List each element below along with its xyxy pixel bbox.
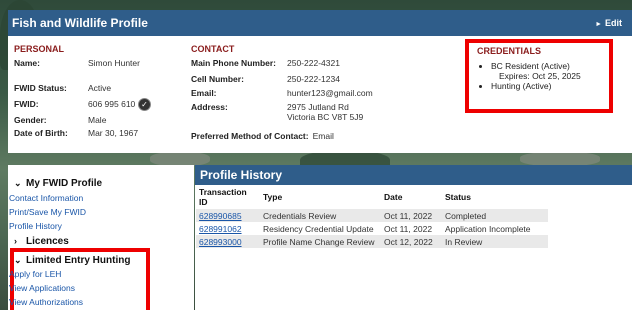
table-cell: Oct 11, 2022	[381, 209, 442, 222]
preferred-contact-value: Email	[312, 131, 334, 141]
address-label: Address:	[191, 102, 228, 112]
nav-view-applications[interactable]: View Applications	[9, 283, 75, 293]
nav-view-authorizations[interactable]: View Authorizations	[9, 297, 83, 307]
table-cell: Credentials Review	[260, 209, 381, 222]
table-cell: Profile Name Change Review	[260, 235, 381, 248]
preferred-contact-row: Preferred Method of Contact: Email	[191, 131, 334, 141]
name-label: Name:	[14, 58, 40, 68]
background-rock	[520, 152, 600, 166]
nav-limited-entry-hunting[interactable]: ⌄ Limited Entry Hunting	[14, 255, 130, 266]
gender-row: Gender: Male	[14, 115, 106, 125]
table-cell: In Review	[442, 235, 548, 248]
name-row: Name: Simon Hunter	[14, 58, 140, 68]
fwid-row: FWID: 606 995 610	[14, 99, 135, 109]
credential-label: BC Resident (Active)	[491, 61, 570, 71]
credentials-list: BC Resident (Active) Expires: Oct 25, 20…	[477, 61, 601, 91]
email-row: Email: hunter123@gmail.com	[191, 88, 373, 98]
transaction-id-link[interactable]: 628991062	[199, 224, 242, 234]
nav-my-fwid-profile[interactable]: ⌄ My FWID Profile	[14, 178, 102, 189]
table-cell: Application Incomplete	[445, 223, 531, 234]
chevron-down-icon: ⌄	[14, 178, 22, 188]
history-table: Transaction ID Type Date Status 62899068…	[196, 185, 548, 248]
nav-licences[interactable]: › Licences	[14, 236, 69, 247]
credential-expiry: Expires: Oct 25, 2025	[499, 71, 581, 81]
verified-check-icon: ✓	[138, 98, 151, 111]
cell-value: 250-222-1234	[287, 74, 340, 84]
table-row: 628991062 Residency Credential Update Oc…	[196, 222, 548, 235]
history-header-row: Transaction ID Type Date Status	[196, 185, 548, 209]
background-rock	[150, 152, 210, 166]
credentials-heading: CREDENTIALS	[477, 46, 542, 56]
caret-right-icon: ►	[595, 21, 602, 28]
table-cell: Oct 11, 2022	[384, 223, 433, 234]
preferred-contact-label: Preferred Method of Contact:	[191, 131, 309, 141]
fwid-label: FWID:	[14, 99, 39, 109]
nav-apply-for-leh[interactable]: Apply for LEH	[9, 269, 61, 279]
profile-card: PERSONAL Name: Simon Hunter FWID Status:…	[8, 36, 632, 153]
contact-heading: CONTACT	[191, 44, 235, 54]
name-value: Simon Hunter	[88, 58, 140, 68]
dob-row: Date of Birth: Mar 30, 1967	[14, 128, 138, 138]
fwid-value: 606 995 610	[88, 99, 136, 109]
table-cell: Residency Credential Update	[263, 223, 374, 234]
edit-link[interactable]: ► Edit	[595, 18, 622, 28]
address-line-1: 2975 Jutland Rd	[287, 102, 349, 112]
profile-history-title: Profile History	[195, 165, 632, 185]
table-cell: Completed	[442, 209, 548, 222]
chevron-right-icon: ›	[14, 236, 17, 246]
dob-label: Date of Birth:	[14, 128, 68, 138]
address-line-2: Victoria BC V8T 5J9	[287, 112, 364, 122]
column-header: Type	[263, 192, 283, 202]
column-header: Transaction ID	[199, 187, 247, 207]
page-title: Fish and Wildlife Profile	[12, 16, 148, 30]
address-value: 2975 Jutland Rd Victoria BC V8T 5J9	[287, 102, 363, 122]
profile-history-panel: Profile History Transaction ID Type Date…	[195, 165, 632, 310]
main-phone-value: 250-222-4321	[287, 58, 340, 68]
transaction-id-link[interactable]: 628993000	[199, 237, 242, 247]
dob-value: Mar 30, 1967	[88, 128, 139, 138]
credential-item: Hunting (Active)	[491, 81, 601, 91]
credentials-panel: CREDENTIALS BC Resident (Active) Expires…	[465, 39, 613, 113]
table-cell: Oct 12, 2022	[381, 235, 442, 248]
column-header: Status	[445, 192, 471, 202]
main-phone-row: Main Phone Number: 250-222-4321	[191, 58, 340, 68]
cell-label: Cell Number:	[191, 74, 244, 84]
fwid-status-value: Active	[88, 83, 112, 93]
side-nav: ⌄ My FWID Profile Contact Information Pri…	[8, 165, 194, 310]
column-header: Date	[384, 192, 403, 202]
nav-profile-history[interactable]: Profile History	[9, 221, 62, 231]
fwid-status-label: FWID Status:	[14, 83, 67, 93]
credential-item: BC Resident (Active) Expires: Oct 25, 20…	[491, 61, 601, 81]
address-row: Address: 2975 Jutland Rd Victoria BC V8T…	[191, 102, 363, 122]
email-value: hunter123@gmail.com	[287, 88, 373, 98]
nav-print-save-fwid[interactable]: Print/Save My FWID	[9, 207, 86, 217]
chevron-down-icon: ⌄	[14, 255, 22, 265]
profile-header: Fish and Wildlife Profile ► Edit	[8, 10, 632, 36]
nav-contact-information[interactable]: Contact Information	[9, 193, 83, 203]
email-label: Email:	[191, 88, 217, 98]
personal-heading: PERSONAL	[14, 44, 65, 54]
cell-row: Cell Number: 250-222-1234	[191, 74, 340, 84]
credential-label: Hunting (Active)	[491, 81, 552, 91]
table-row: 628993000 Profile Name Change Review Oct…	[196, 235, 548, 248]
gender-value: Male	[88, 115, 107, 125]
table-row: 628990685 Credentials Review Oct 11, 202…	[196, 209, 548, 222]
gender-label: Gender:	[14, 115, 47, 125]
fwid-status-row: FWID Status: Active	[14, 83, 111, 93]
transaction-id-link[interactable]: 628990685	[199, 211, 242, 221]
main-phone-label: Main Phone Number:	[191, 58, 277, 68]
